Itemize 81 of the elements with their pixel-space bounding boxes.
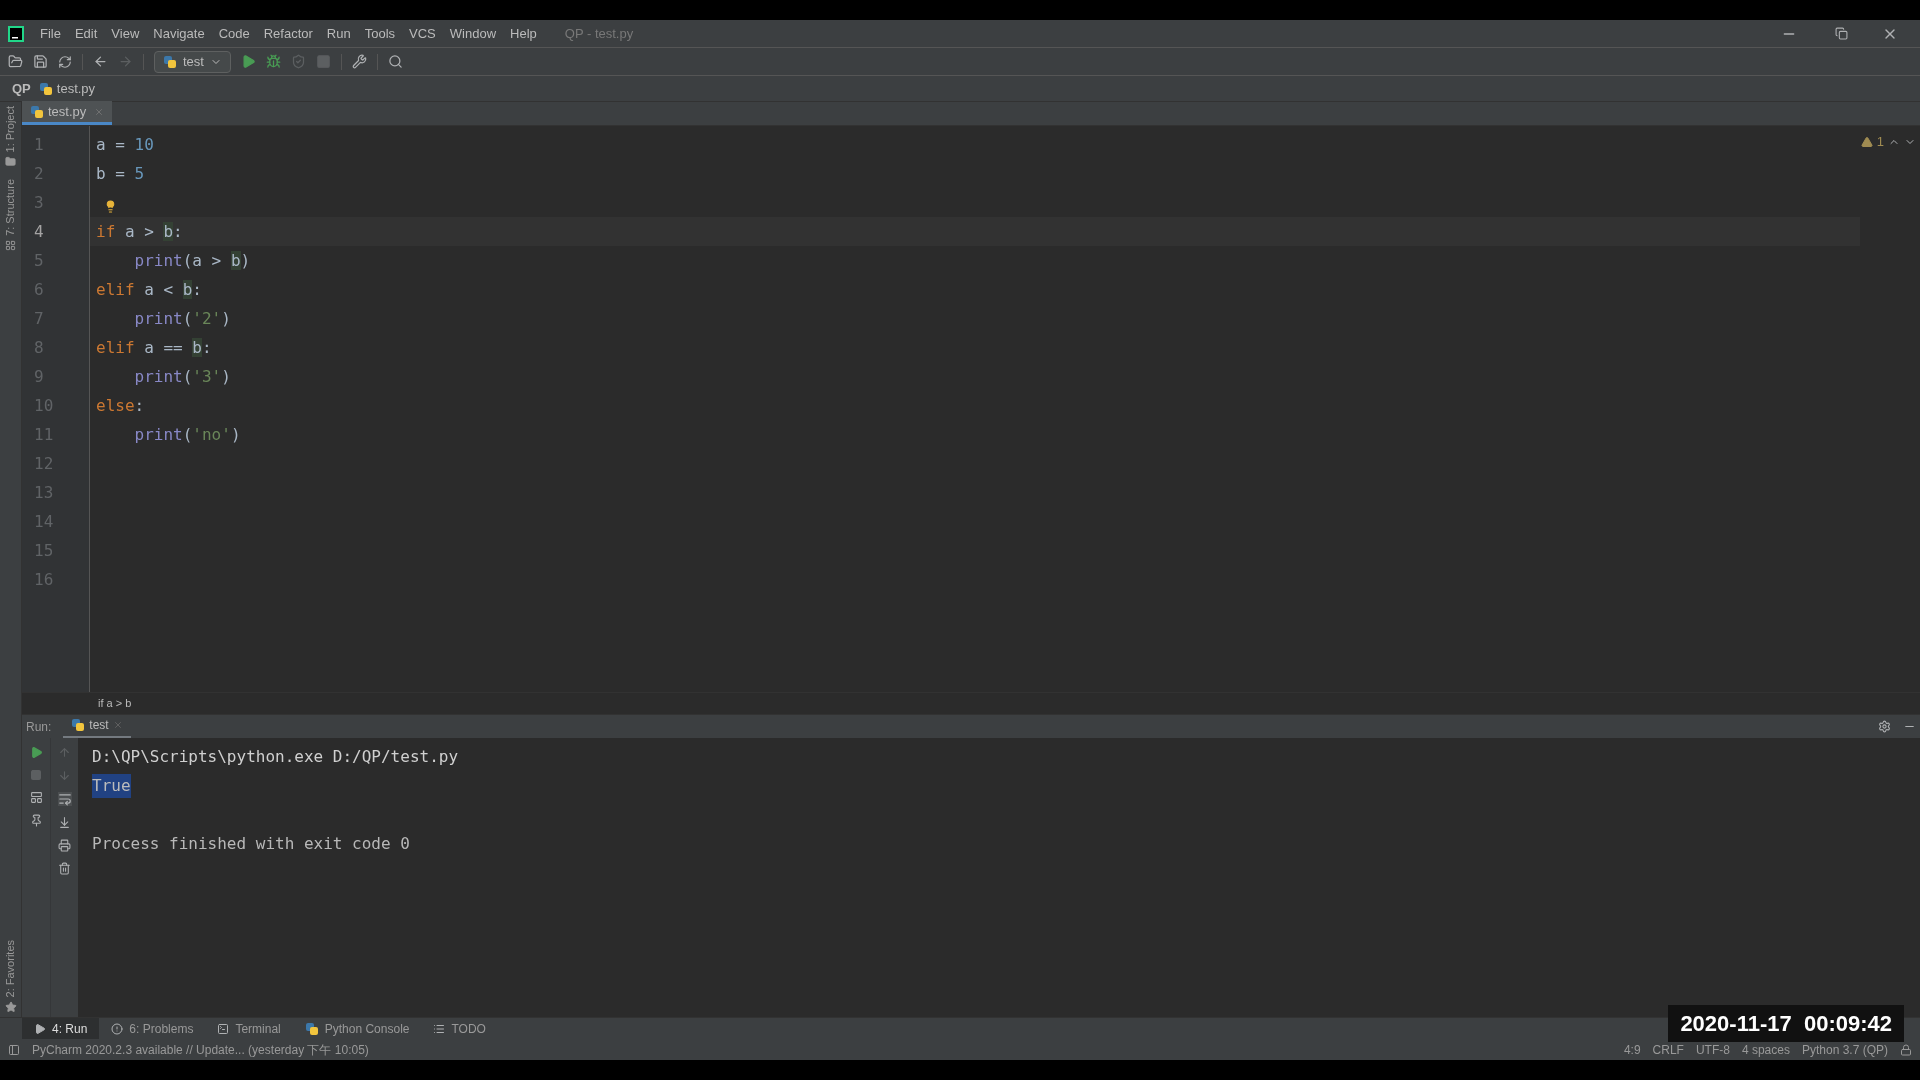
code-line: else:	[96, 394, 145, 417]
code-line: print(a > b)	[134, 249, 251, 272]
play-icon	[34, 1022, 46, 1035]
menu-item[interactable]: Help	[504, 23, 543, 44]
status-field[interactable]: 4 spaces	[1741, 1040, 1790, 1059]
tool-window-tab[interactable]: 4: Run	[22, 1017, 100, 1040]
code-line: print('no')	[134, 423, 241, 446]
warning-count[interactable]: 1	[1876, 132, 1884, 152]
lock-icon[interactable]	[1900, 1043, 1912, 1056]
console-line: D:\QP\Scripts\python.exe D:/QP/test.py	[92, 745, 459, 768]
status-message[interactable]: PyCharm 2020.2.3 available // Update... (yesterday 下午 10:05)	[32, 1040, 369, 1059]
run-icon[interactable]	[240, 54, 256, 69]
layout-icon[interactable]	[29, 791, 43, 804]
menu-item[interactable]: View	[105, 23, 146, 44]
tool-window-tab[interactable]: 6: Problems	[99, 1017, 206, 1040]
status-field[interactable]: CRLF	[1652, 1040, 1684, 1059]
sync-icon[interactable]	[58, 54, 72, 69]
python-icon	[304, 1021, 319, 1036]
print-icon[interactable]	[58, 839, 71, 852]
save-icon[interactable]	[33, 54, 48, 69]
code-line: if a > b:	[96, 220, 183, 243]
code-line: a = 10	[96, 133, 154, 156]
panel-icon[interactable]	[8, 1043, 20, 1056]
timestamp-overlay: 2020-11-17 00:09:42	[1668, 1005, 1904, 1042]
trash-icon[interactable]	[58, 862, 71, 875]
status-field[interactable]: Python 3.7 (QP)	[1801, 1040, 1888, 1059]
window-title: QP - test.py	[564, 24, 634, 43]
settings-icon[interactable]	[1878, 720, 1891, 733]
line-number: 4	[34, 220, 44, 243]
alert-icon	[111, 1022, 124, 1035]
folder-icon	[5, 156, 16, 168]
menu-item[interactable]: Run	[320, 23, 357, 44]
app-logo-icon	[8, 25, 24, 42]
pin-icon[interactable]	[29, 814, 43, 827]
menu-item[interactable]: VCS	[403, 23, 442, 44]
menu-item[interactable]: Window	[443, 23, 503, 44]
menu-item[interactable]: File	[34, 23, 67, 44]
menu-item[interactable]: Code	[212, 23, 256, 44]
side-tool-tab[interactable]: 7: Structure	[2, 179, 19, 237]
star-icon	[4, 1001, 17, 1013]
code-breadcrumb[interactable]: if a > b	[98, 695, 132, 712]
soft-wrap-icon[interactable]	[57, 792, 72, 806]
scroll-to-end-icon[interactable]	[58, 816, 71, 829]
structure-icon	[5, 240, 16, 252]
tool-window-tab[interactable]: TODO	[421, 1017, 498, 1040]
side-tool-tab[interactable]: 2: Favorites	[2, 939, 19, 997]
console-line: Process finished with exit code 0	[92, 832, 410, 855]
code-line: print('3')	[134, 365, 231, 388]
menu-item[interactable]: Refactor	[257, 23, 319, 44]
python-file-icon	[30, 104, 44, 119]
back-icon[interactable]	[93, 54, 108, 69]
tool-window-tab[interactable]: Terminal	[205, 1017, 293, 1040]
status-field[interactable]: 4:9	[1623, 1040, 1641, 1059]
warning-icon[interactable]	[1860, 135, 1873, 148]
code-line: elif a == b:	[96, 336, 212, 359]
wrench-icon[interactable]	[351, 54, 367, 69]
tool-window-tab[interactable]: Python Console	[292, 1017, 422, 1040]
list-icon	[433, 1022, 446, 1035]
lightbulb-icon[interactable]	[104, 200, 117, 213]
breadcrumb-item[interactable]: QP	[12, 78, 31, 99]
status-field[interactable]: UTF-8	[1695, 1040, 1730, 1059]
breadcrumb-item[interactable]: test.py	[56, 78, 96, 99]
bug-icon[interactable]	[265, 54, 281, 69]
python-file-icon	[163, 54, 177, 69]
python-file-icon	[71, 718, 86, 732]
menu-item[interactable]: Tools	[358, 23, 402, 44]
side-tool-tab[interactable]: 1: Project	[2, 106, 19, 153]
run-config-dropdown[interactable]: test	[154, 50, 231, 73]
restore-icon[interactable]	[1835, 27, 1848, 40]
rerun-icon[interactable]	[29, 746, 43, 759]
code-line: print('2')	[134, 307, 231, 330]
python-file-icon	[38, 81, 53, 96]
run-label: Run:	[26, 718, 52, 736]
editor-tab[interactable]: test.py	[22, 101, 113, 125]
terminal-icon	[217, 1022, 230, 1035]
search-icon[interactable]	[387, 54, 403, 69]
menu-item[interactable]: Navigate	[147, 23, 211, 44]
code-line: elif a < b:	[96, 278, 202, 301]
code-line: b = 5	[96, 162, 145, 185]
menu-item[interactable]: Edit	[68, 23, 104, 44]
open-folder-icon[interactable]	[8, 54, 23, 69]
